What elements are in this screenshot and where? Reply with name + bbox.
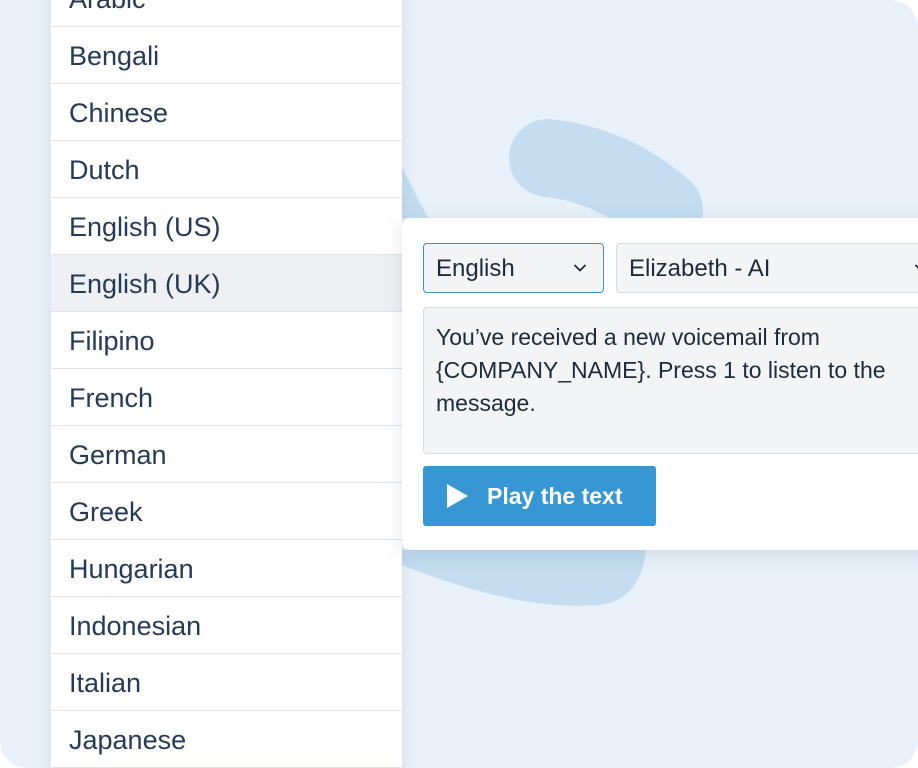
language-item-label: Chinese	[69, 98, 169, 128]
language-select[interactable]: English	[423, 243, 604, 293]
language-item-german[interactable]: German	[51, 426, 402, 483]
language-item-arabic[interactable]: Arabic	[51, 0, 402, 27]
language-item-chinese[interactable]: Chinese	[51, 84, 402, 141]
language-item-label: Filipino	[69, 326, 155, 356]
voice-settings-card: English Elizabeth - AI You’ve received a…	[402, 218, 918, 550]
language-item-label: Indonesian	[69, 611, 202, 641]
language-item-filipino[interactable]: Filipino	[51, 312, 402, 369]
language-item-french[interactable]: French	[51, 369, 402, 426]
language-item-bengali[interactable]: Bengali	[51, 27, 402, 84]
language-item-dutch[interactable]: Dutch	[51, 141, 402, 198]
language-item-label: English (UK)	[69, 269, 221, 299]
language-item-label: Italian	[69, 668, 142, 698]
chevron-down-icon	[915, 264, 918, 269]
language-item-italian[interactable]: Italian	[51, 654, 402, 711]
language-item-japanese[interactable]: Japanese	[51, 711, 402, 768]
play-text-button[interactable]: Play the text	[423, 466, 656, 526]
language-item-label: Hungarian	[69, 554, 194, 584]
chevron-down-icon	[574, 264, 586, 272]
language-item-indonesian[interactable]: Indonesian	[51, 597, 402, 654]
language-item-label: Japanese	[69, 725, 187, 755]
language-item-english-uk[interactable]: English (UK)	[51, 255, 402, 312]
play-button-label: Play the text	[487, 483, 623, 509]
language-item-label: Greek	[69, 497, 143, 527]
language-list: Arabic Bengali Chinese Dutch English (US…	[51, 0, 402, 768]
language-item-label: English (US)	[69, 212, 221, 242]
language-item-english-us[interactable]: English (US)	[51, 198, 402, 255]
language-item-greek[interactable]: Greek	[51, 483, 402, 540]
language-select-value: English	[436, 255, 515, 282]
language-item-label: Bengali	[69, 41, 160, 71]
message-text-area[interactable]: You’ve received a new voicemail from {CO…	[423, 307, 918, 454]
canvas: Arabic Bengali Chinese Dutch English (US…	[0, 0, 918, 768]
language-item-label: Dutch	[69, 155, 140, 185]
language-item-label: Arabic	[69, 0, 146, 15]
language-item-label: German	[69, 440, 167, 470]
play-icon	[447, 484, 468, 508]
language-item-label: French	[69, 383, 154, 413]
message-text: You’ve received a new voicemail from {CO…	[436, 324, 886, 416]
voice-select[interactable]: Elizabeth - AI	[616, 243, 918, 293]
voice-select-value: Elizabeth - AI	[629, 255, 771, 282]
language-item-hungarian[interactable]: Hungarian	[51, 540, 402, 597]
